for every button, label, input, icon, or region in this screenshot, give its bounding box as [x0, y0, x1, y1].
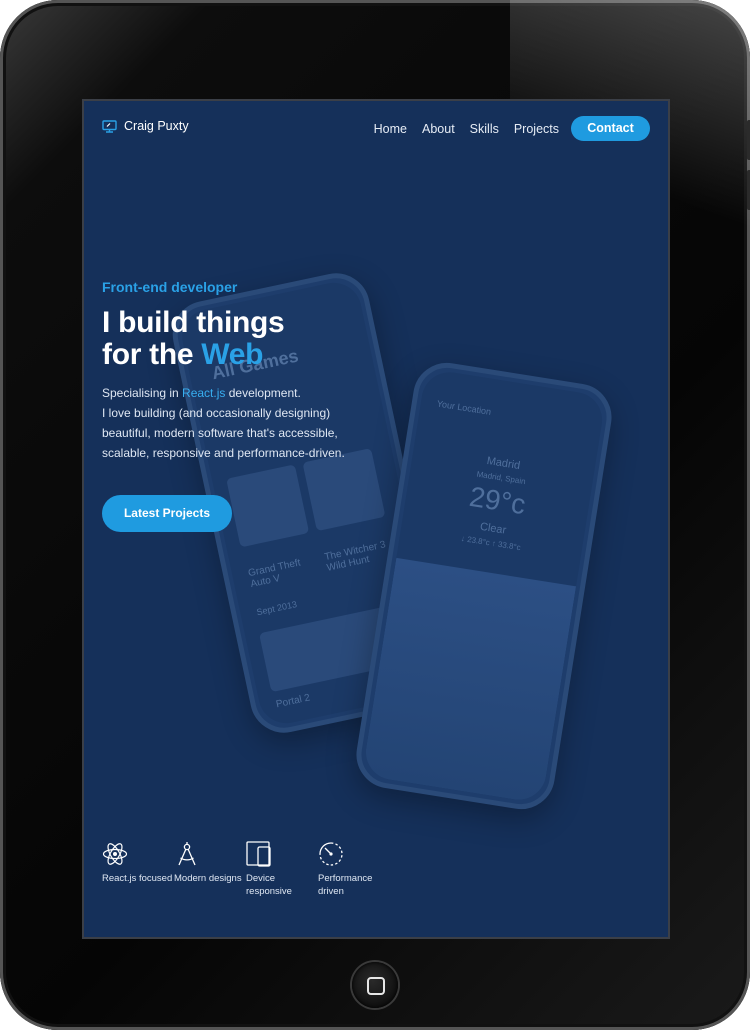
browser-viewport: All Games Grand Theft Auto V The Witcher… — [84, 101, 668, 937]
desc-suffix: development. — [225, 386, 301, 400]
hero-eyebrow: Front-end developer — [102, 279, 238, 295]
phone-screen-weather: Your Location Madrid Madrid, Spain 29°c … — [361, 368, 607, 804]
desc-prefix: Specialising in — [102, 386, 183, 400]
tablet-frame: All Games Grand Theft Auto V The Witcher… — [0, 0, 750, 1030]
feature-list: React.js focused Modern designs Device r… — [102, 841, 390, 898]
headline-line-2-prefix: for the — [102, 338, 202, 371]
headline-line-2: for the Web — [102, 339, 284, 371]
headline-line-1: I build things — [102, 306, 285, 339]
hero-headline: I build things for the Web — [102, 306, 285, 371]
navbar: Craig Puxty Home About Skills Projects C… — [84, 101, 668, 157]
contact-button[interactable]: Contact — [571, 116, 650, 141]
feature-label: Performance driven — [318, 873, 373, 897]
nav-link-home[interactable]: Home — [374, 122, 407, 136]
home-square-icon — [367, 977, 385, 995]
nav-links: Home About Skills Projects Contact — [359, 116, 650, 141]
feature-item: Device responsive — [246, 841, 318, 898]
devices-icon — [246, 841, 271, 867]
weather-sea-image — [361, 557, 577, 804]
feature-item: Performance driven — [318, 841, 390, 898]
tablet-home-button[interactable] — [352, 962, 398, 1008]
game-title: Portal 2 — [275, 692, 312, 711]
game-title: Grand Theft Auto V — [247, 557, 302, 590]
feature-item: React.js focused — [102, 841, 174, 898]
desc-accent: React.js — [182, 386, 226, 400]
site-logo[interactable]: Craig Puxty — [102, 119, 189, 133]
nav-link-skills[interactable]: Skills — [470, 122, 499, 136]
feature-label: React.js focused — [102, 873, 173, 884]
game-date: Sept 2013 — [255, 599, 298, 618]
logo-text: Craig Puxty — [124, 119, 189, 133]
latest-projects-button[interactable]: Latest Projects — [102, 495, 232, 532]
monitor-icon — [102, 119, 117, 133]
compass-icon — [178, 842, 196, 866]
speedometer-icon — [319, 842, 343, 866]
feature-item: Modern designs — [174, 841, 246, 898]
nav-link-projects[interactable]: Projects — [514, 122, 559, 136]
feature-label: Device responsive — [246, 873, 292, 897]
nav-link-about[interactable]: About — [422, 122, 455, 136]
weather-location-hint: Your Location — [436, 398, 492, 417]
headline-accent-word: Web — [201, 338, 264, 371]
feature-label: Modern designs — [174, 873, 242, 884]
hero-description: Specialising in React.js development. I … — [102, 383, 362, 463]
desc-line-2: I love building (and occasionally design… — [102, 406, 345, 460]
react-atom-icon — [102, 843, 128, 865]
game-tile — [226, 464, 310, 548]
